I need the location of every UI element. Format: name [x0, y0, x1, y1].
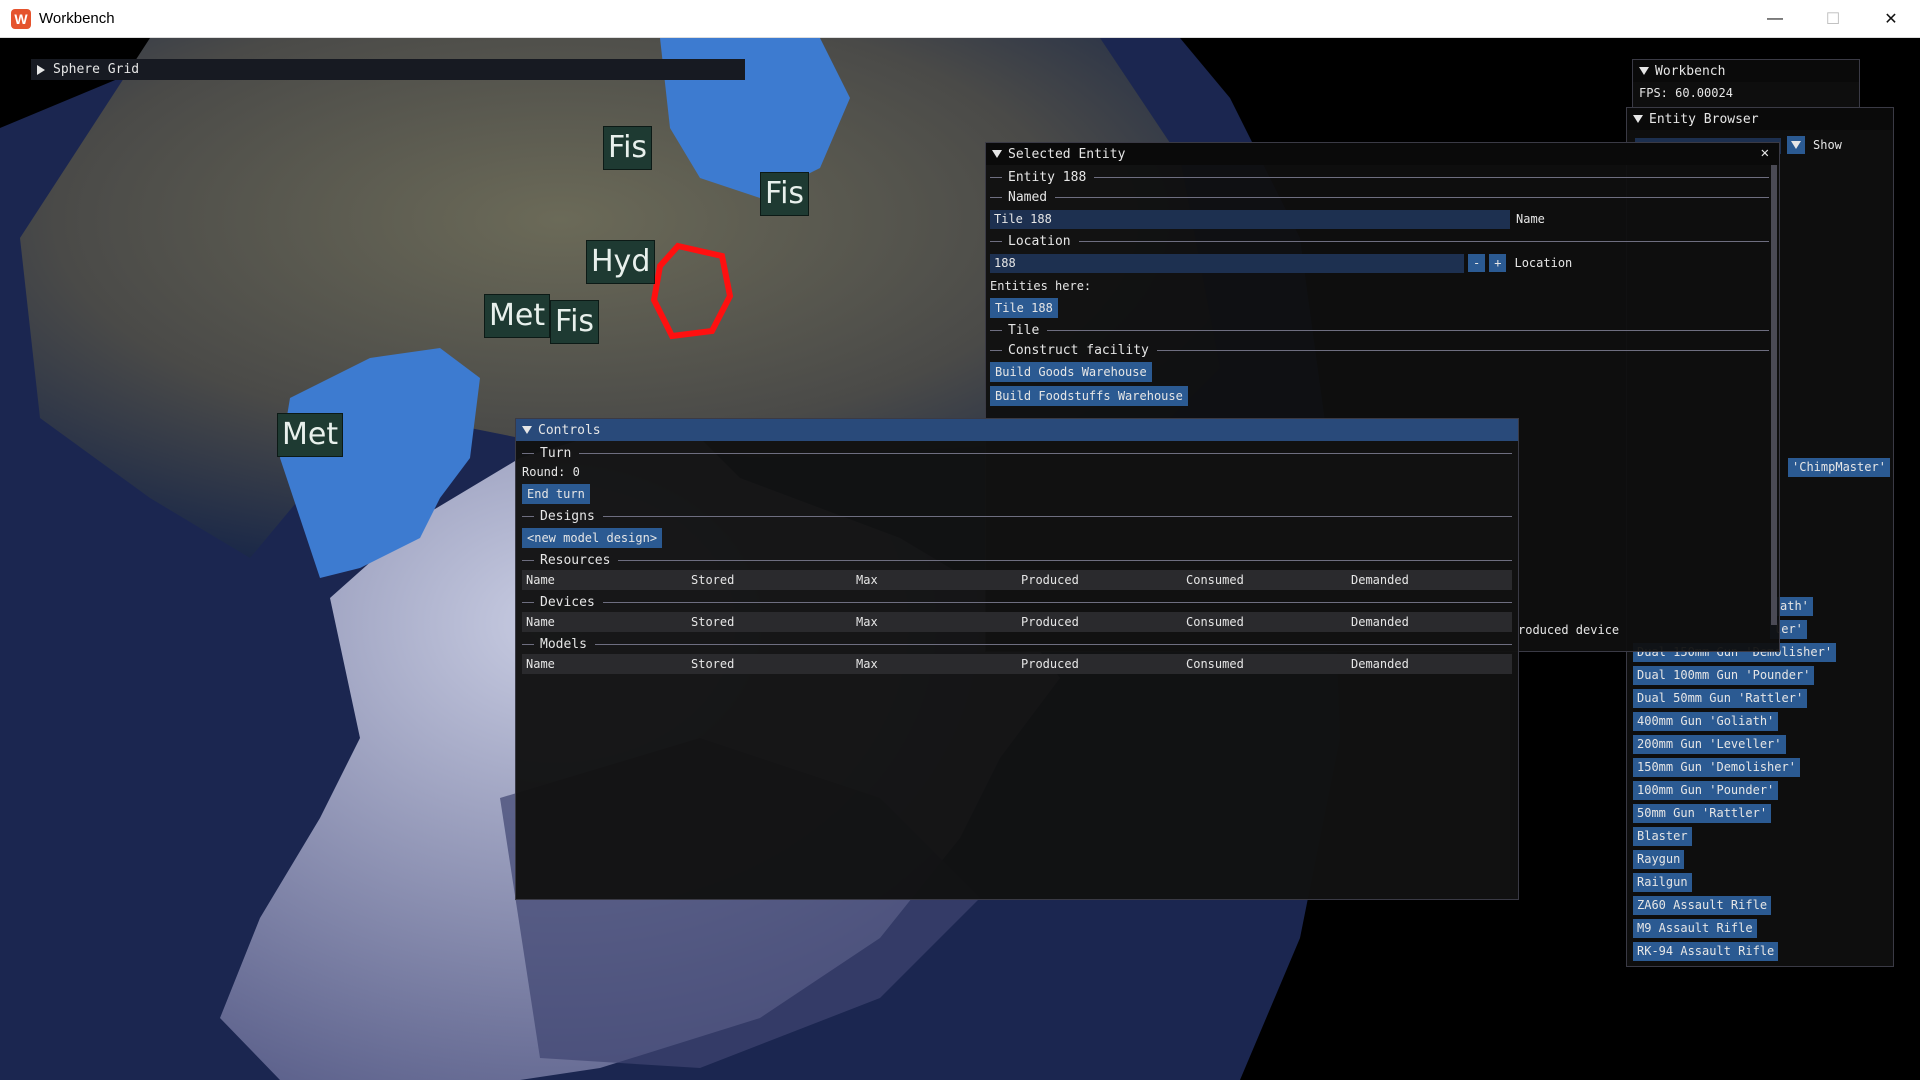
location-decrement-button[interactable]: - [1468, 254, 1486, 272]
entity-list-item[interactable]: 200mm Gun 'Leveller' [1633, 735, 1786, 754]
minimize-button[interactable]: — [1746, 0, 1804, 38]
entity-here-button[interactable]: Tile 188 [990, 298, 1058, 318]
new-model-design-button[interactable]: <new model design> [522, 528, 663, 548]
selected-entity-titlebar[interactable]: Selected Entity ✕ [986, 143, 1779, 165]
entity-list-item[interactable]: 400mm Gun 'Goliath' [1633, 712, 1779, 731]
chevron-down-icon [1791, 141, 1801, 149]
map-label[interactable]: Fis [760, 172, 810, 216]
map-label[interactable]: Met [277, 413, 344, 457]
entities-here-label: Entities here: [990, 279, 1092, 293]
devices-table-header: Name Stored Max Produced Consumed Demanded [522, 612, 1512, 632]
entity-list-item[interactable]: Railgun [1633, 873, 1692, 892]
name-input[interactable]: Tile 188 [990, 209, 1510, 229]
workbench-title: Workbench [1655, 63, 1726, 79]
entity-list-item[interactable]: 150mm Gun 'Demolisher' [1633, 758, 1800, 777]
models-table-header: Name Stored Max Produced Consumed Demanded [522, 654, 1512, 674]
location-increment-button[interactable]: + [1489, 254, 1507, 272]
produced-device-text: roduced device [1518, 623, 1620, 637]
entity-list-item[interactable]: RK-94 Assault Rifle [1633, 942, 1779, 961]
entity-list-item[interactable]: Blaster [1633, 827, 1692, 846]
sphere-grid-title[interactable]: Sphere Grid [53, 62, 139, 77]
resources-table-header: Name Stored Max Produced Consumed Demanded [522, 570, 1512, 590]
devices-header[interactable]: Devices [522, 592, 1512, 612]
entity-list-item[interactable]: 50mm Gun 'Rattler' [1633, 804, 1772, 823]
location-label: Location [1514, 256, 1573, 270]
close-window-button[interactable]: ✕ [1862, 0, 1920, 38]
entity-list-item[interactable]: 100mm Gun 'Pounder' [1633, 781, 1779, 800]
entity-list-item[interactable]: Raygun [1633, 850, 1685, 869]
tile-header[interactable]: Tile [990, 320, 1769, 340]
collapse-icon[interactable] [522, 426, 532, 434]
expand-icon[interactable] [37, 64, 45, 75]
entity-list-item[interactable]: ath' [1776, 597, 1813, 616]
resources-header[interactable]: Resources [522, 550, 1512, 570]
build-goods-warehouse-button[interactable]: Build Goods Warehouse [990, 362, 1152, 382]
turn-header[interactable]: Turn [522, 443, 1512, 463]
designs-header[interactable]: Designs [522, 506, 1512, 526]
sphere-grid-window[interactable]: Sphere Grid [31, 59, 745, 80]
map-label[interactable]: Fis [550, 300, 600, 344]
fps-readout: FPS: 60.00024 [1639, 86, 1733, 100]
name-label: Name [1516, 212, 1545, 226]
show-label: Show [1813, 138, 1842, 152]
entity-list-item[interactable]: Dual 100mm Gun 'Pounder' [1633, 666, 1815, 685]
window-titlebar: W Workbench — ☐ ✕ [0, 0, 1920, 38]
collapse-icon[interactable] [992, 150, 1002, 158]
maximize-button[interactable]: ☐ [1804, 0, 1862, 38]
build-foodstuffs-warehouse-button[interactable]: Build Foodstuffs Warehouse [990, 386, 1188, 406]
map-label[interactable]: Hyd [586, 240, 656, 284]
controls-title: Controls [538, 422, 601, 438]
entity-header[interactable]: Entity 188 [990, 167, 1769, 187]
close-icon[interactable]: ✕ [1761, 145, 1769, 161]
construct-header[interactable]: Construct facility [990, 340, 1769, 360]
entity-browser-titlebar[interactable]: Entity Browser [1627, 108, 1893, 130]
models-header[interactable]: Models [522, 634, 1512, 654]
map-label[interactable]: Met [484, 294, 551, 338]
map-label[interactable]: Fis [603, 126, 653, 170]
controls-titlebar[interactable]: Controls [516, 419, 1518, 441]
workbench-titlebar[interactable]: Workbench [1633, 60, 1859, 82]
location-header[interactable]: Location [990, 231, 1769, 251]
app-logo-icon: W [11, 8, 31, 29]
collapse-icon[interactable] [1633, 115, 1643, 123]
selected-entity-title: Selected Entity [1008, 146, 1126, 162]
named-header[interactable]: Named [990, 187, 1769, 207]
controls-window[interactable]: Controls Turn Round: 0 End turn Designs … [515, 418, 1519, 900]
entity-list-item[interactable]: M9 Assault Rifle [1633, 919, 1757, 938]
window-title: Workbench [39, 10, 115, 27]
collapse-icon[interactable] [1639, 67, 1649, 75]
entity-list-item[interactable]: 'ChimpMaster' [1788, 458, 1890, 477]
round-text: Round: 0 [522, 465, 580, 479]
location-input[interactable]: 188 [990, 253, 1464, 273]
scrollbar[interactable] [1771, 165, 1777, 625]
entity-list-item[interactable]: ZA60 Assault Rifle [1633, 896, 1772, 915]
entity-browser-title: Entity Browser [1649, 111, 1759, 127]
entity-list-item[interactable]: Dual 50mm Gun 'Rattler' [1633, 689, 1808, 708]
show-dropdown-button[interactable] [1787, 136, 1805, 154]
end-turn-button[interactable]: End turn [522, 484, 590, 504]
